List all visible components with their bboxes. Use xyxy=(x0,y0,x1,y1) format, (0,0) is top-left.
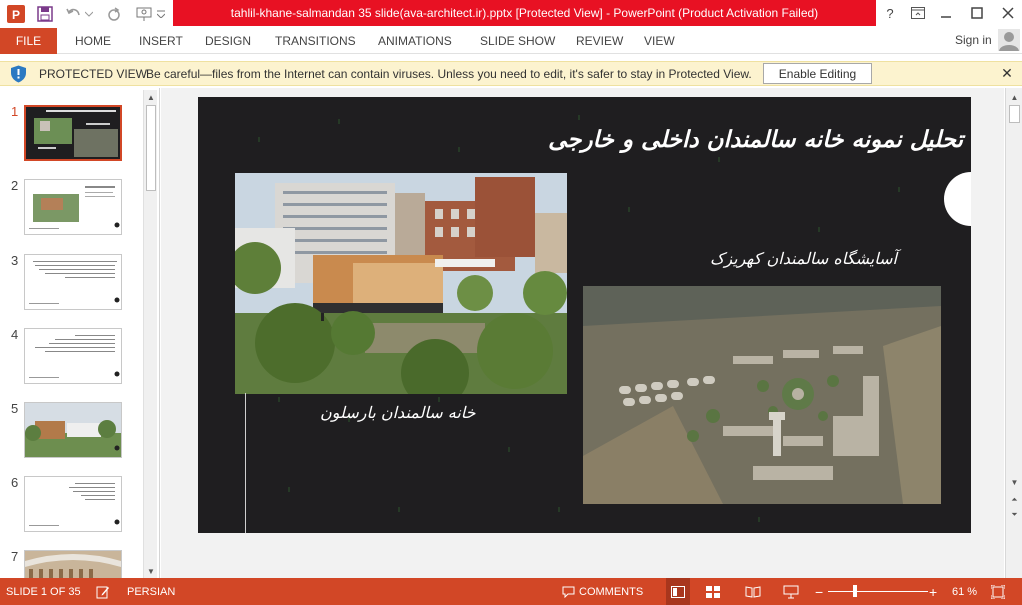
tab-transitions[interactable]: TRANSITIONS xyxy=(275,28,356,54)
scrollbar-thumb[interactable] xyxy=(1009,105,1020,123)
thumbnail-number: 1 xyxy=(11,104,19,119)
slide-indicator: SLIDE 1 OF 35 xyxy=(6,585,81,598)
ribbon-tabs: FILE HOME INSERT DESIGN TRANSITIONS ANIM… xyxy=(0,28,1022,54)
slide-thumbnail-pane: 1 2 3 4 5 6 7 xyxy=(0,88,160,578)
slideshow-from-start-icon[interactable] xyxy=(135,4,155,24)
slide-canvas[interactable]: تحلیل نمونه خانه سالمندان داخلی و خارجی xyxy=(198,97,971,533)
reading-view-icon[interactable] xyxy=(745,578,761,605)
scroll-down-icon[interactable]: ▼ xyxy=(1008,476,1021,489)
notes-edit-icon[interactable] xyxy=(96,578,110,605)
language-indicator[interactable]: PERSIAN xyxy=(127,578,175,605)
tab-file[interactable]: FILE xyxy=(0,28,57,54)
protected-view-message: Be careful—files from the Internet can c… xyxy=(146,67,752,81)
tab-animations[interactable]: ANIMATIONS xyxy=(378,28,452,54)
barcelona-nursing-home-photo[interactable] xyxy=(235,173,567,394)
normal-view-icon[interactable] xyxy=(666,578,690,605)
scrollbar-thumb[interactable] xyxy=(146,105,156,191)
slide-thumbnail-1[interactable] xyxy=(24,105,122,161)
comments-button[interactable]: COMMENTS xyxy=(579,578,643,605)
fit-slide-to-window-icon[interactable] xyxy=(991,578,1005,605)
scroll-up-icon[interactable]: ▲ xyxy=(1008,91,1021,104)
thumbnail-number: 4 xyxy=(11,327,19,342)
tab-home[interactable]: HOME xyxy=(75,28,111,54)
tab-design[interactable]: DESIGN xyxy=(205,28,251,54)
zoom-level[interactable]: 61 % xyxy=(952,578,977,605)
slide-thumbnail-3[interactable] xyxy=(24,254,122,310)
window-title: tahlil-khane-salmandan 35 slide(ava-arch… xyxy=(173,0,876,26)
scroll-down-icon[interactable]: ▼ xyxy=(144,564,158,578)
minimize-icon[interactable] xyxy=(933,2,959,24)
comments-icon[interactable] xyxy=(562,578,575,605)
user-avatar-icon[interactable] xyxy=(998,29,1020,51)
zoom-slider-track[interactable] xyxy=(828,591,928,592)
zoom-slider-handle[interactable] xyxy=(853,585,857,597)
undo-dropdown-icon[interactable] xyxy=(84,4,94,24)
save-icon[interactable] xyxy=(35,4,55,24)
thumbnail-number: 5 xyxy=(11,401,19,416)
kahrizak-aerial-photo[interactable] xyxy=(583,286,941,504)
slide-thumbnail-4[interactable] xyxy=(24,328,122,384)
slide-sorter-icon[interactable] xyxy=(706,578,720,605)
thumbnail-number: 6 xyxy=(11,475,19,490)
vertical-divider-line xyxy=(245,393,246,533)
slide-thumbnail-7[interactable] xyxy=(24,550,122,578)
title-bar: P tahlil-khane-salmandan 35 slide(ava-ar… xyxy=(0,0,1022,28)
thumbnail-number: 7 xyxy=(11,549,19,564)
tab-review[interactable]: REVIEW xyxy=(576,28,623,54)
slide-title: تحلیل نمونه خانه سالمندان داخلی و خارجی xyxy=(548,127,963,153)
protected-view-title: PROTECTED VIEW xyxy=(39,67,148,81)
slide-show-view-icon[interactable] xyxy=(783,578,799,605)
slide-scrollbar[interactable]: ▲ ▼ ⏶ ⏷ xyxy=(1005,88,1022,578)
protected-view-bar: PROTECTED VIEW Be careful—files from the… xyxy=(0,61,1022,86)
slide-thumbnail-2[interactable] xyxy=(24,179,122,235)
tab-insert[interactable]: INSERT xyxy=(139,28,183,54)
close-icon[interactable]: ✕ xyxy=(999,65,1015,81)
maximize-icon[interactable] xyxy=(964,2,990,24)
tab-slide-show[interactable]: SLIDE SHOW xyxy=(480,28,555,54)
zoom-out-button[interactable]: − xyxy=(815,578,823,605)
shield-icon xyxy=(10,65,27,86)
tab-view[interactable]: VIEW xyxy=(644,28,675,54)
caption-kahrizak: آسایشگاه سالمندان کهریزک xyxy=(710,249,897,268)
undo-icon[interactable] xyxy=(64,4,84,24)
zoom-in-button[interactable]: + xyxy=(929,578,937,605)
thumbnail-number: 3 xyxy=(11,253,19,268)
help-button[interactable]: ? xyxy=(877,2,903,24)
thumbnail-number: 2 xyxy=(11,178,19,193)
redo-icon[interactable] xyxy=(104,4,124,24)
status-bar: SLIDE 1 OF 35 PERSIAN COMMENTS − + 61 % xyxy=(0,578,1022,605)
ribbon-display-options-icon[interactable] xyxy=(905,2,931,24)
sign-in-link[interactable]: Sign in xyxy=(955,28,992,54)
close-window-icon[interactable] xyxy=(995,2,1021,24)
slide-thumbnail-5[interactable] xyxy=(24,402,122,458)
powerpoint-logo-icon[interactable]: P xyxy=(6,4,26,24)
slide-thumbnail-6[interactable] xyxy=(24,476,122,532)
svg-text:P: P xyxy=(12,8,20,22)
customize-toolbar-icon[interactable] xyxy=(155,4,167,24)
previous-slide-icon[interactable]: ⏶ xyxy=(1008,493,1021,506)
scroll-up-icon[interactable]: ▲ xyxy=(144,90,158,104)
next-slide-icon[interactable]: ⏷ xyxy=(1008,508,1021,521)
enable-editing-button[interactable]: Enable Editing xyxy=(763,63,872,84)
caption-barcelona: خانه سالمندان بارسلون xyxy=(320,403,476,422)
thumbnail-scrollbar[interactable]: ▲ ▼ xyxy=(143,90,157,578)
